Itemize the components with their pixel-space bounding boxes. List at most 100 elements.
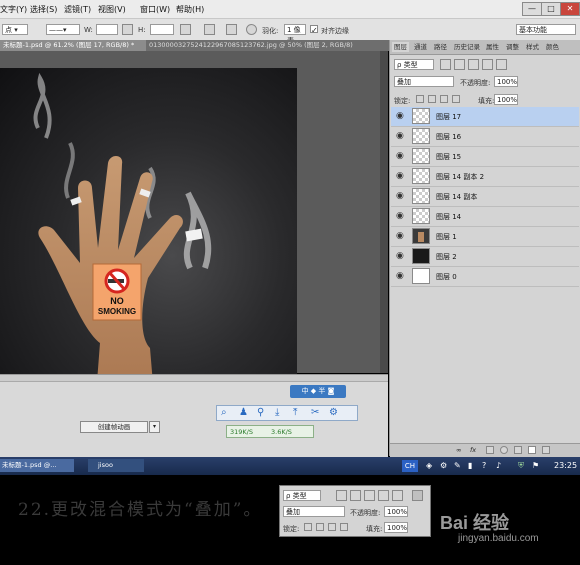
fx-icon[interactable]: fx [470,446,476,454]
lock-position-icon[interactable] [440,95,448,103]
type-filter-icon[interactable] [364,490,375,501]
layer-row[interactable]: ◉ 图层 14 副本 [391,187,579,207]
fill-input[interactable]: 100% [494,94,518,105]
eye-icon[interactable]: ◉ [396,231,404,241]
new-layer-icon[interactable] [528,446,536,454]
language-indicator[interactable]: CH [402,460,418,472]
height-input[interactable] [150,24,174,35]
path-ops-icon[interactable] [180,24,191,35]
inset-fill-input[interactable]: 100% [384,522,408,533]
network-icon[interactable]: ⚙ [440,461,447,470]
link-icon[interactable] [122,24,133,35]
menu-item-filter[interactable]: 滤镜(T) [64,4,91,15]
smart-object-filter-icon[interactable] [392,490,403,501]
blend-mode-select[interactable]: 叠加 [394,76,454,87]
trash-icon[interactable] [542,446,550,454]
layer-row[interactable]: ◉ 图层 1 [391,227,579,247]
lock-all-icon[interactable] [340,523,348,531]
canvas-area[interactable]: NO SMOKING [0,51,388,409]
inset-blend-mode-select[interactable]: 叠加 [283,506,345,517]
feather-input[interactable]: 1 像素 [284,24,306,45]
eye-icon[interactable]: ◉ [396,211,404,221]
taskbar-item-photoshop[interactable]: 未标题-1.psd @... [0,459,74,472]
keyboard-icon[interactable]: ✎ [454,461,461,470]
arrange-icon[interactable] [226,24,237,35]
lock-image-icon[interactable] [428,95,436,103]
lock-all-icon[interactable] [452,95,460,103]
eye-icon[interactable]: ◉ [396,191,404,201]
layer-row[interactable]: ◉ 图层 0 [391,267,579,287]
tab-document-2[interactable]: 0130000327524122967085123762.jpg @ 50% (… [146,40,390,51]
zoom-icon[interactable]: ⚲ [257,407,264,418]
image-filter-icon[interactable] [440,59,451,70]
inset-opacity-input[interactable]: 100% [384,506,408,517]
menu-item-type[interactable]: 文字(Y) [0,4,27,15]
opacity-input[interactable]: 100% [494,76,518,87]
tab-paths[interactable]: 路径 [434,42,447,52]
adjustment-filter-icon[interactable] [350,490,361,501]
eye-icon[interactable]: ◉ [396,151,404,161]
align-icon[interactable] [204,24,215,35]
layer-row[interactable]: ◉ 图层 17 [391,107,579,127]
eye-icon[interactable]: ◉ [396,131,404,141]
layer-filter-select[interactable]: ρ 类型 [394,59,434,70]
close-button[interactable]: ✕ [560,2,580,16]
tab-document-1[interactable]: 未标题-1.psd @ 61.2% (图层 17, RGB/8) * [0,40,146,51]
layer-row[interactable]: ◉ 图层 15 [391,147,579,167]
maximize-button[interactable]: □ [541,2,561,16]
browser-toolbar[interactable]: ⌕ ♟ ⚲ ⤓ ⤒ ✂ ⚙ [216,405,358,421]
battery-icon[interactable]: ▮ [468,461,472,470]
menu-item-window[interactable]: 窗口(W) [140,4,170,15]
tab-layers[interactable]: 图层 [392,42,409,52]
ime-toolbar[interactable]: 中 ◆ 半 ◙ [290,385,346,398]
smart-object-filter-icon[interactable] [496,59,507,70]
download-icon[interactable]: ⤓ [275,407,279,418]
inset-filter-select[interactable]: ρ 类型 [283,490,321,501]
workspace-select[interactable]: 基本功能 [516,24,576,35]
lock-transparent-icon[interactable] [416,95,424,103]
eye-icon[interactable]: ◉ [396,251,404,261]
tab-styles[interactable]: 样式 [526,42,539,52]
layer-row[interactable]: ◉ 图层 16 [391,127,579,147]
layer-row[interactable]: ◉ 图层 14 [391,207,579,227]
width-input[interactable] [96,24,118,35]
tool-preset-picker[interactable]: 点 ▾ [2,24,28,35]
user-icon[interactable]: ♟ [239,407,248,418]
flag-icon[interactable]: ⚑ [532,461,539,470]
help-icon[interactable]: ? [482,461,486,470]
tab-properties[interactable]: 属性 [486,42,499,52]
menu-item-view[interactable]: 视图(V) [98,4,126,15]
tab-adjustments[interactable]: 调整 [506,42,519,52]
image-filter-icon[interactable] [336,490,347,501]
filter-toggle-icon[interactable] [412,490,423,501]
create-frame-animation-button[interactable]: 创建帧动画 [80,421,148,433]
link-layers-icon[interactable]: ∞ [456,446,461,454]
type-filter-icon[interactable] [468,59,479,70]
canvas-image[interactable]: NO SMOKING [0,68,297,409]
checkbox-icon[interactable]: ✓ [310,25,318,35]
lock-transparent-icon[interactable] [304,523,312,531]
layer-row[interactable]: ◉ 图层 14 副本 2 [391,167,579,187]
gear-icon[interactable] [246,24,257,35]
clock[interactable]: 23:25 [554,461,577,470]
lock-image-icon[interactable] [316,523,324,531]
shape-filter-icon[interactable] [378,490,389,501]
menu-item-help[interactable]: 帮助(H) [176,4,204,15]
settings-icon[interactable]: ⚙ [329,407,338,418]
vertical-scrollbar[interactable] [380,51,388,373]
taskbar-item-jisoo[interactable]: jisoo [88,459,144,472]
tab-history[interactable]: 历史记录 [454,42,480,52]
tray-icon[interactable]: ◈ [426,461,432,470]
folder-icon[interactable] [514,446,522,454]
layer-row[interactable]: ◉ 图层 2 [391,247,579,267]
minimize-button[interactable]: — [522,2,542,16]
adjustment-layer-icon[interactable] [500,446,508,454]
eye-icon[interactable]: ◉ [396,271,404,281]
stroke-style-picker[interactable]: ——▾ [46,24,80,35]
menu-item-select[interactable]: 选择(S) [30,4,57,15]
upload-icon[interactable]: ⤒ [293,407,297,418]
tab-channels[interactable]: 通道 [414,42,427,52]
chevron-down-icon[interactable]: ▾ [149,421,160,433]
adjustment-filter-icon[interactable] [454,59,465,70]
shape-filter-icon[interactable] [482,59,493,70]
